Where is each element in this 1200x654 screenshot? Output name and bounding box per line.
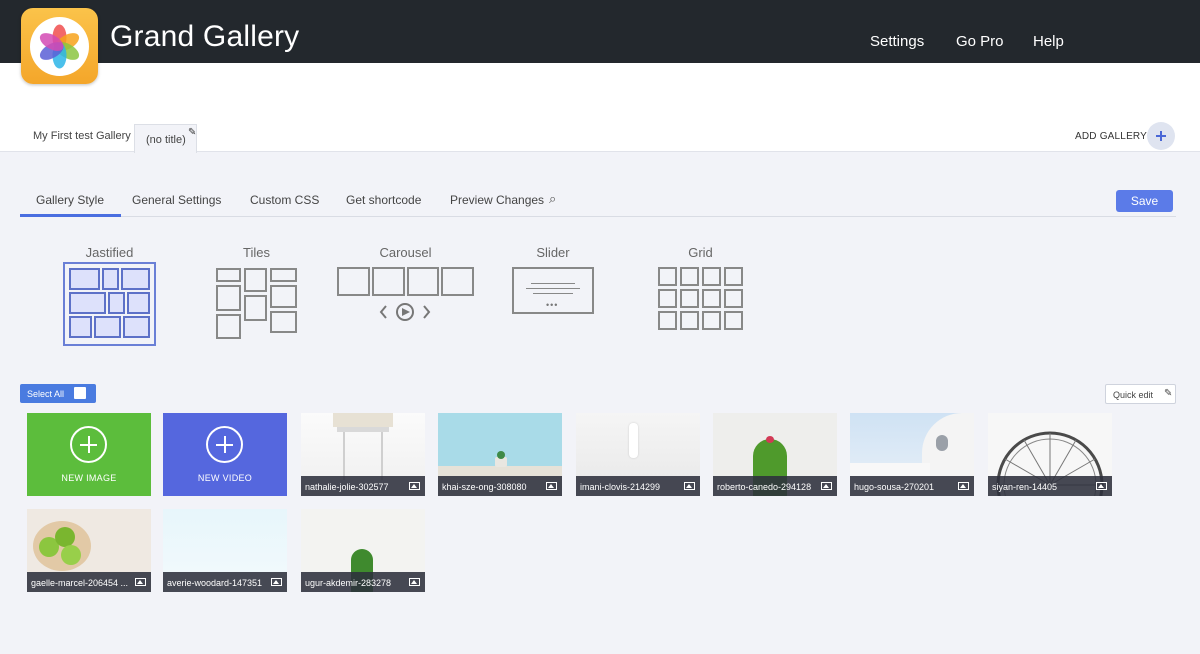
image-icon <box>958 482 969 490</box>
quick-edit-label: Quick edit <box>1113 390 1154 400</box>
new-image-label: NEW IMAGE <box>61 473 117 483</box>
image-caption: imani-clovis-214299 <box>576 476 700 496</box>
pencil-icon[interactable]: ✎ <box>188 127 196 138</box>
plus-icon <box>70 426 107 463</box>
nav-help[interactable]: Help <box>1033 33 1064 50</box>
image-caption: siyan-ren-14405 <box>988 476 1112 496</box>
image-thumbnail[interactable]: imani-clovis-214299 <box>576 413 700 496</box>
new-image-button[interactable]: NEW IMAGE <box>27 413 151 496</box>
image-caption: averie-woodard-147351 <box>163 572 287 592</box>
carousel-play-icon <box>379 303 431 321</box>
tab-get-shortcode[interactable]: Get shortcode <box>346 193 421 207</box>
style-option-slider[interactable]: ••• <box>512 267 594 314</box>
top-bar: Grand Gallery Settings Go Pro Help <box>0 0 1200 63</box>
select-all-checkbox[interactable] <box>74 387 86 399</box>
pencil-icon: ✎ <box>1164 388 1173 399</box>
app-logo-icon <box>21 8 98 84</box>
add-gallery-button[interactable] <box>1147 122 1175 150</box>
image-caption: ugur-akdemir-283278 <box>301 572 425 592</box>
tabs-divider <box>20 216 1176 217</box>
save-button[interactable]: Save <box>1116 190 1173 212</box>
tab-general-settings[interactable]: General Settings <box>132 193 221 207</box>
active-tab-indicator <box>20 214 121 217</box>
image-icon <box>409 482 420 490</box>
image-thumbnail[interactable]: nathalie-jolie-302577 <box>301 413 425 496</box>
image-caption: khai-sze-ong-308080 <box>438 476 562 496</box>
image-icon <box>135 578 146 586</box>
image-icon <box>546 482 557 490</box>
select-all-label: Select All <box>27 389 65 399</box>
image-icon <box>1096 482 1107 490</box>
new-video-label: NEW VIDEO <box>197 473 253 483</box>
image-icon <box>684 482 695 490</box>
image-caption: hugo-sousa-270201 <box>850 476 974 496</box>
tab-custom-css[interactable]: Custom CSS <box>250 193 319 207</box>
style-label-carousel: Carousel <box>379 245 432 260</box>
plus-icon <box>206 426 243 463</box>
image-thumbnail[interactable]: siyan-ren-14405 <box>988 413 1112 496</box>
nav-settings[interactable]: Settings <box>870 33 924 50</box>
add-gallery-label[interactable]: ADD GALLERY <box>1075 131 1147 142</box>
gallery-tab-no-title[interactable]: (no title) ✎ <box>134 124 197 153</box>
style-label-slider: Slider <box>536 245 570 260</box>
style-option-carousel[interactable] <box>337 267 474 323</box>
image-thumbnail[interactable]: averie-woodard-147351 <box>163 509 287 592</box>
nav-go-pro[interactable]: Go Pro <box>956 33 1004 50</box>
image-thumbnail[interactable]: khai-sze-ong-308080 <box>438 413 562 496</box>
image-thumbnail[interactable]: ugur-akdemir-283278 <box>301 509 425 592</box>
image-caption: roberto-canedo-294128 <box>713 476 837 496</box>
quick-edit-button[interactable]: Quick edit ✎ <box>1105 384 1176 404</box>
app-title: Grand Gallery <box>110 20 300 53</box>
style-label-tiles: Tiles <box>243 245 270 260</box>
select-all-button[interactable]: Select All <box>20 384 96 403</box>
style-option-jastified[interactable] <box>63 262 156 346</box>
style-label-jastified: Jastified <box>85 245 134 260</box>
image-caption: nathalie-jolie-302577 <box>301 476 425 496</box>
tab-gallery-style[interactable]: Gallery Style <box>36 193 104 207</box>
style-option-tiles[interactable] <box>215 267 298 341</box>
image-thumbnail[interactable]: gaelle-marcel-206454 ... <box>27 509 151 592</box>
image-icon <box>821 482 832 490</box>
gallery-tab-label: (no title) <box>146 134 186 146</box>
style-option-grid[interactable] <box>657 267 744 331</box>
image-thumbnail[interactable]: roberto-canedo-294128 <box>713 413 837 496</box>
image-thumbnail[interactable]: hugo-sousa-270201 <box>850 413 974 496</box>
search-icon[interactable]: ⌕ <box>549 191 556 207</box>
image-icon <box>271 578 282 586</box>
gallery-tab-my-first[interactable]: My First test Gallery <box>33 130 131 142</box>
image-icon <box>409 578 420 586</box>
tab-preview-changes[interactable]: Preview Changes <box>450 193 544 207</box>
style-label-grid: Grid <box>688 245 713 260</box>
new-video-button[interactable]: NEW VIDEO <box>163 413 287 496</box>
image-caption: gaelle-marcel-206454 ... <box>27 572 151 592</box>
